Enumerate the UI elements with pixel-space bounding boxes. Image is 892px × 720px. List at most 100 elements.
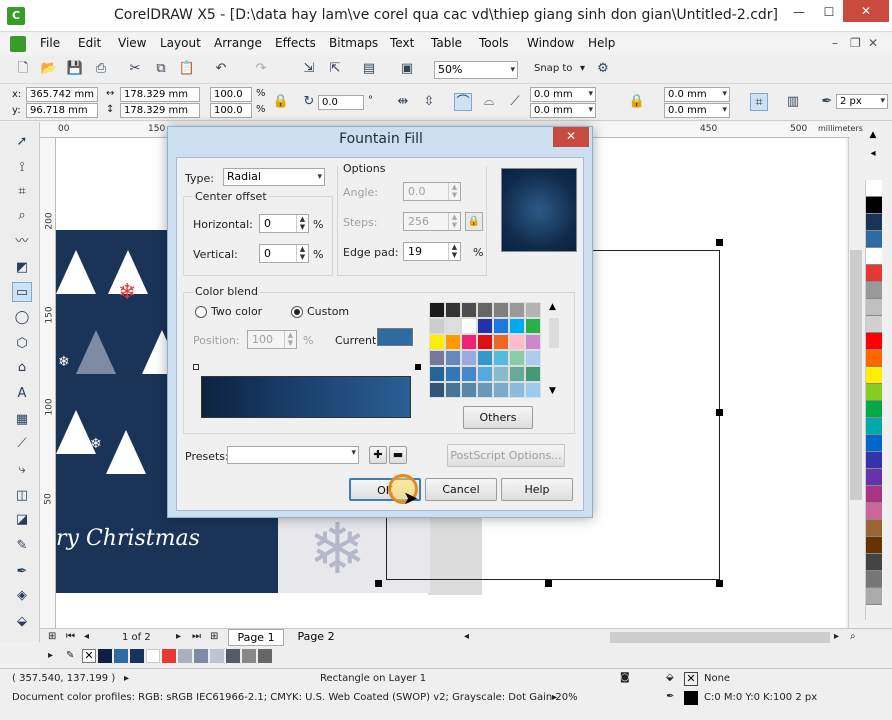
- doc-close-icon[interactable]: ✕: [868, 36, 878, 50]
- export-icon[interactable]: ⇱: [326, 60, 344, 78]
- grid-color-swatch[interactable]: [493, 318, 509, 334]
- snap-dropdown-icon[interactable]: ▾: [580, 63, 585, 74]
- cut-icon[interactable]: ✂: [126, 60, 144, 78]
- grid-color-swatch[interactable]: [509, 318, 525, 334]
- spin-arrows-icon[interactable]: ▲ ▼: [448, 243, 460, 260]
- help-button[interactable]: Help: [501, 478, 573, 501]
- connector-tool-icon[interactable]: ⤷: [12, 460, 32, 480]
- palette-swatch[interactable]: [866, 367, 882, 384]
- doc-swatch[interactable]: [194, 649, 208, 663]
- grid-color-swatch[interactable]: [509, 334, 525, 350]
- mirror-horizontal-icon[interactable]: ⇹: [394, 93, 412, 111]
- doc-swatch[interactable]: [210, 649, 224, 663]
- steps-lock-icon[interactable]: 🔒: [465, 212, 483, 231]
- window-close-button[interactable]: ✕: [843, 0, 889, 22]
- undo-icon[interactable]: ↶: [212, 60, 230, 78]
- position-field[interactable]: 100 ▲ ▼: [247, 330, 297, 349]
- redo-icon[interactable]: ↷: [252, 60, 270, 78]
- grid-color-swatch[interactable]: [509, 366, 525, 382]
- zoom-level-select[interactable]: 50%: [434, 61, 518, 79]
- scalloped-corner-icon[interactable]: ⌓: [480, 93, 498, 111]
- welcome-screen-icon[interactable]: ▣: [398, 60, 416, 78]
- current-color-swatch[interactable]: [377, 328, 413, 346]
- shape-tool-icon[interactable]: ⟟: [12, 158, 32, 178]
- grid-color-swatch[interactable]: [429, 302, 445, 318]
- x-position-field[interactable]: 365.742 mm: [26, 87, 98, 102]
- smart-fill-icon[interactable]: ◩: [12, 258, 32, 278]
- color-profiles[interactable]: Document color profiles: RGB: sRGB IEC61…: [12, 692, 578, 703]
- palette-scroll-up-icon[interactable]: ▲: [866, 130, 880, 144]
- grid-color-swatch[interactable]: [477, 382, 493, 398]
- corner-radius-2-field[interactable]: 0.0 mm: [530, 103, 596, 118]
- grid-color-swatch[interactable]: [429, 318, 445, 334]
- grid-color-swatch[interactable]: [461, 302, 477, 318]
- lock-ratio-icon[interactable]: 🔒: [272, 93, 290, 111]
- basic-shapes-icon[interactable]: ⌂: [12, 358, 32, 378]
- relative-corner-icon[interactable]: ⌗: [750, 93, 768, 111]
- interactive-fill-icon[interactable]: ⬙: [12, 612, 32, 632]
- grid-color-swatch[interactable]: [509, 302, 525, 318]
- remove-preset-button[interactable]: ▬: [389, 446, 407, 464]
- grid-color-swatch[interactable]: [525, 302, 541, 318]
- spin-arrows-icon[interactable]: ▲ ▼: [448, 213, 460, 230]
- menu-file[interactable]: File: [40, 36, 60, 50]
- selection-handle[interactable]: [716, 580, 723, 587]
- grid-color-swatch[interactable]: [461, 366, 477, 382]
- blend-tool-icon[interactable]: ◫: [12, 486, 32, 506]
- selection-handle[interactable]: [375, 580, 382, 587]
- doc-swatch[interactable]: [162, 649, 176, 663]
- grid-color-swatch[interactable]: [445, 382, 461, 398]
- next-page-icon[interactable]: ▸: [176, 631, 181, 642]
- palette-swatch[interactable]: [866, 469, 882, 486]
- freehand-tool-icon[interactable]: 〰: [12, 232, 32, 252]
- menu-window[interactable]: Window: [527, 36, 574, 50]
- palette-swatch[interactable]: [866, 537, 882, 554]
- fill-type-select[interactable]: Radial: [223, 168, 325, 186]
- postscript-options-button[interactable]: PostScript Options...: [447, 444, 565, 467]
- prev-page-icon[interactable]: ◂: [84, 631, 89, 642]
- minimize-icon[interactable]: —: [785, 2, 813, 22]
- status-expand-icon[interactable]: ▸: [124, 673, 129, 684]
- grid-color-swatch[interactable]: [509, 382, 525, 398]
- palette-swatch[interactable]: [866, 503, 882, 520]
- wrap-text-icon[interactable]: ▥: [784, 93, 802, 111]
- y-position-field[interactable]: 96.718 mm: [26, 103, 98, 118]
- scroll-left-icon[interactable]: ◂: [464, 631, 469, 642]
- menu-layout[interactable]: Layout: [160, 36, 201, 50]
- palette-swatch[interactable]: [866, 231, 882, 248]
- cancel-button[interactable]: Cancel: [425, 478, 497, 501]
- add-preset-button[interactable]: ✚: [369, 446, 387, 464]
- menu-text[interactable]: Text: [390, 36, 414, 50]
- options-icon[interactable]: ⚙: [594, 60, 612, 78]
- grid-color-swatch[interactable]: [445, 350, 461, 366]
- snap-to-menu[interactable]: Snap to: [534, 63, 572, 74]
- grid-color-swatch[interactable]: [429, 366, 445, 382]
- doc-swatch[interactable]: [130, 649, 144, 663]
- grid-color-swatch[interactable]: [509, 350, 525, 366]
- mirror-vertical-icon[interactable]: ⇳: [420, 93, 438, 111]
- palette-swatch[interactable]: [866, 435, 882, 452]
- grid-scrollbar[interactable]: [549, 318, 559, 348]
- menu-edit[interactable]: Edit: [78, 36, 101, 50]
- palette-swatch[interactable]: [866, 452, 882, 469]
- no-color-swatch[interactable]: ✕: [82, 649, 96, 663]
- vertical-offset-field[interactable]: 0 ▲ ▼: [259, 244, 309, 263]
- maximize-icon[interactable]: ☐: [815, 2, 843, 22]
- blend-end-marker[interactable]: [415, 364, 421, 370]
- doc-swatch[interactable]: [114, 649, 128, 663]
- grid-color-swatch[interactable]: [477, 302, 493, 318]
- menu-bitmaps[interactable]: Bitmaps: [329, 36, 378, 50]
- grid-color-swatch[interactable]: [445, 318, 461, 334]
- palette-swatch[interactable]: [866, 316, 882, 333]
- ellipse-tool-icon[interactable]: ◯: [12, 308, 32, 328]
- eyedropper-tool-icon[interactable]: ✎: [12, 536, 32, 556]
- edge-pad-field[interactable]: 19 ▲ ▼: [403, 242, 461, 261]
- others-button[interactable]: Others: [463, 406, 533, 429]
- palette-swatch[interactable]: [866, 282, 882, 299]
- eyedropper-icon[interactable]: ✎: [66, 650, 74, 661]
- table-tool-icon[interactable]: ▦: [12, 410, 32, 430]
- outline-width-select[interactable]: 2 px: [836, 94, 888, 109]
- text-tool-icon[interactable]: A: [12, 384, 32, 404]
- import-icon[interactable]: ⇲: [300, 60, 318, 78]
- grid-color-swatch[interactable]: [493, 366, 509, 382]
